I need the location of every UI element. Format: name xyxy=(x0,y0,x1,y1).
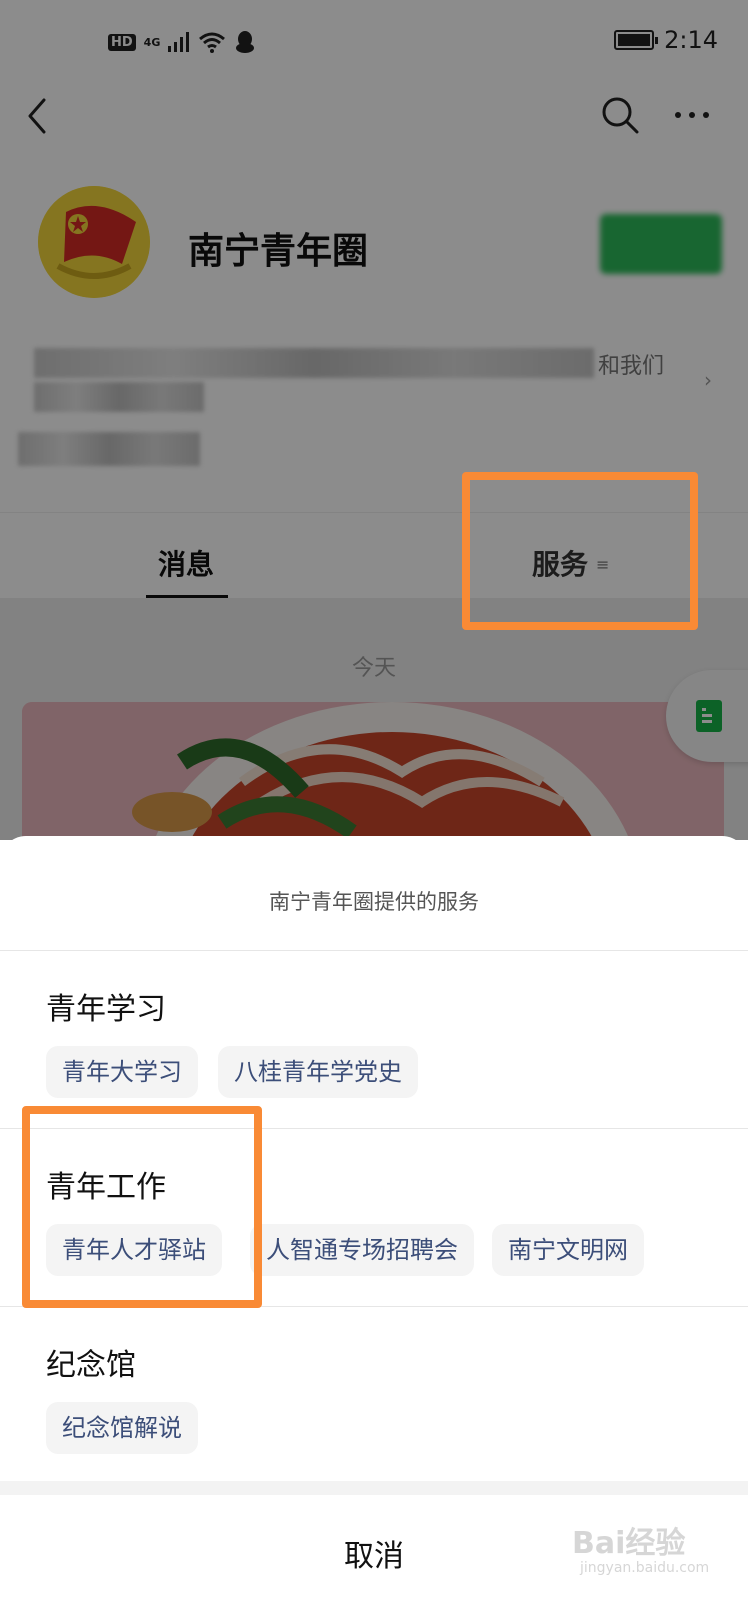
chip-memorial-guide[interactable]: 纪念馆解说 xyxy=(46,1402,198,1454)
chip-youth-study[interactable]: 青年大学习 xyxy=(46,1046,198,1098)
dim-overlay[interactable] xyxy=(0,0,748,840)
sheet-title: 南宁青年圈提供的服务 xyxy=(269,890,479,914)
chip-party-history[interactable]: 八桂青年学党史 xyxy=(218,1046,418,1098)
account-page: HD 4G 2:14 南宁青年圈 和我们 › 消息 服务 ≡ 今天 xyxy=(0,0,748,840)
chip-job-fair[interactable]: 人智通专场招聘会 xyxy=(250,1224,474,1276)
highlight-box-services xyxy=(462,472,698,630)
divider xyxy=(0,950,748,951)
section-title-youth-study: 青年学习 xyxy=(46,992,166,1027)
cancel-separator xyxy=(0,1481,748,1495)
watermark-url: jingyan.baidu.com xyxy=(580,1560,710,1576)
watermark-logo: Bai经验 xyxy=(572,1526,686,1561)
highlight-box-talent xyxy=(22,1106,262,1308)
chip-civilization-site[interactable]: 南宁文明网 xyxy=(492,1224,644,1276)
section-title-memorial: 纪念馆 xyxy=(46,1348,136,1383)
